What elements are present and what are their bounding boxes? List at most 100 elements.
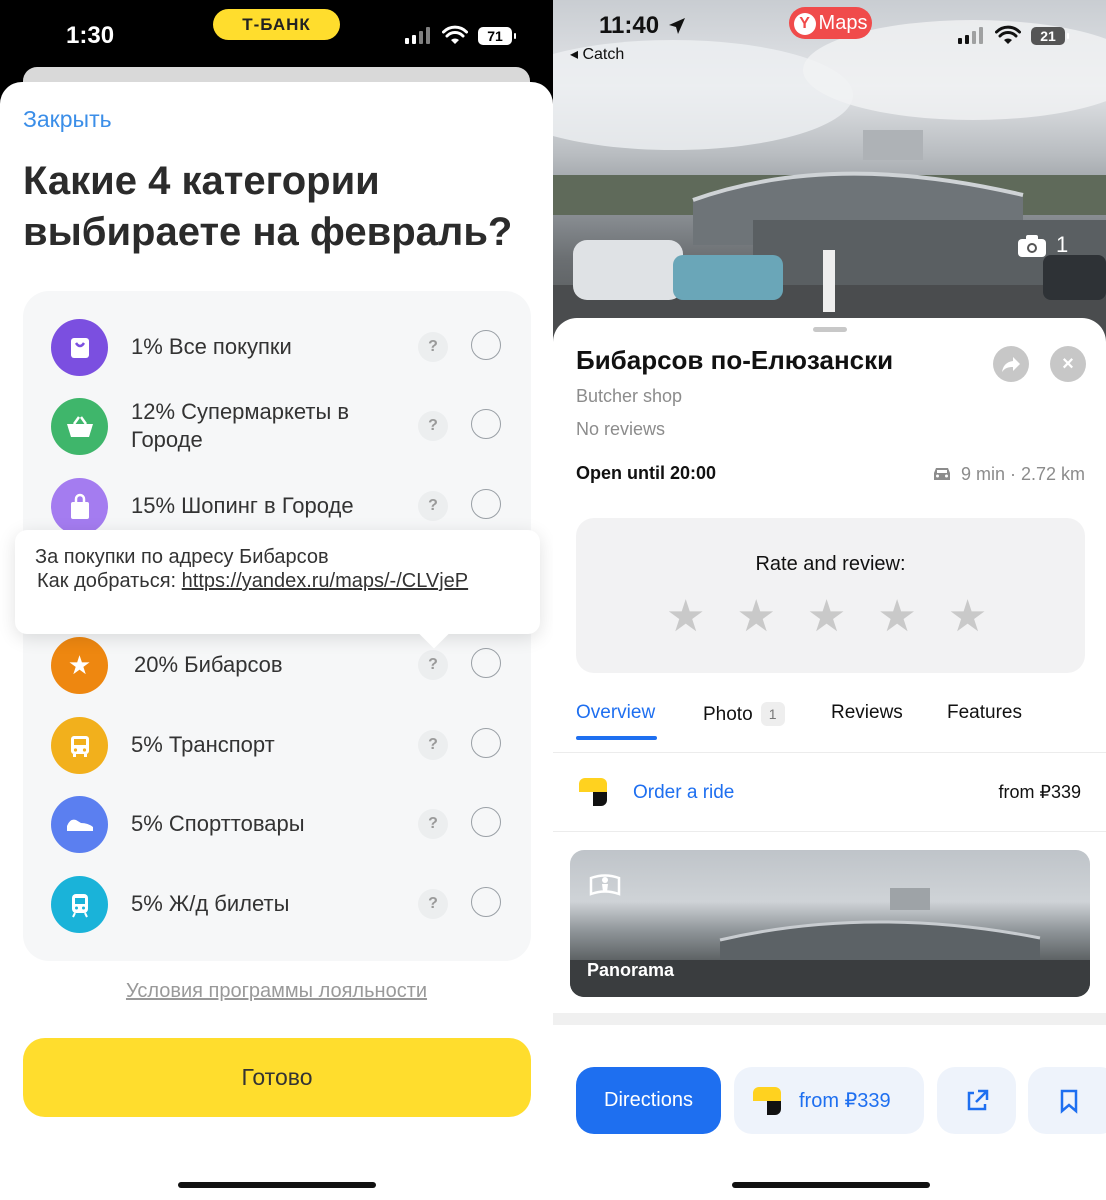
category-label: 5% Ж/д билеты bbox=[131, 891, 290, 916]
category-checkbox[interactable] bbox=[471, 489, 501, 519]
rating-star-1[interactable]: ★ bbox=[666, 593, 705, 641]
tab-photo[interactable]: Photo 1 bbox=[703, 702, 785, 726]
tooltip-prefix: Как добраться: bbox=[37, 570, 182, 592]
divider bbox=[553, 752, 1106, 753]
bookmark-icon bbox=[1060, 1089, 1078, 1114]
close-button[interactable]: Закрыть bbox=[23, 106, 112, 133]
open-external-button[interactable] bbox=[937, 1067, 1016, 1134]
maps-badge: Y Maps bbox=[789, 7, 872, 39]
bus-icon bbox=[51, 717, 108, 774]
tab-reviews[interactable]: Reviews bbox=[831, 702, 903, 724]
tab-features[interactable]: Features bbox=[947, 702, 1022, 724]
help-icon[interactable]: ? bbox=[418, 730, 448, 760]
category-row-all-purchases[interactable]: 1% Все покупки ? bbox=[23, 312, 531, 382]
place-photo[interactable]: 11:40 ◂ Catch Y Maps 21 1 bbox=[553, 0, 1106, 345]
sheet-grabber[interactable] bbox=[813, 327, 847, 332]
panorama-label: Panorama bbox=[587, 960, 675, 980]
category-checkbox[interactable] bbox=[471, 648, 501, 678]
opening-hours: Open until 20:00 bbox=[576, 463, 717, 483]
place-name: Бибарсов по-Елюзански bbox=[576, 345, 894, 375]
divider bbox=[553, 831, 1106, 832]
cellular-signal-icon bbox=[405, 27, 430, 44]
help-icon[interactable]: ? bbox=[418, 650, 448, 680]
photo-count: 1 bbox=[1056, 232, 1069, 257]
directions-link[interactable]: https://yandex.ru/maps/-/CLVjeP bbox=[182, 570, 468, 592]
rating-star-4[interactable]: ★ bbox=[877, 593, 916, 641]
tooltip-line-1: За покупки по адресу Бибарсов bbox=[35, 546, 329, 568]
category-label: 5% Спорттовары bbox=[131, 811, 305, 836]
external-link-icon bbox=[967, 1089, 989, 1111]
status-time: 1:30 bbox=[66, 22, 115, 49]
battery-indicator: 21 bbox=[1031, 27, 1069, 45]
order-ride-price: from ₽339 bbox=[998, 782, 1082, 802]
page-title: Какие 4 категории выбираете на февраль? bbox=[23, 159, 513, 254]
basket-icon bbox=[51, 398, 108, 455]
status-time: 11:40 bbox=[599, 12, 660, 39]
category-tooltip: За покупки по адресу Бибарсов Как добрат… bbox=[15, 530, 540, 649]
help-icon[interactable]: ? bbox=[418, 411, 448, 441]
category-label: 12% Супермаркеты в Городе bbox=[131, 399, 350, 452]
bookmark-button[interactable] bbox=[1028, 1067, 1106, 1134]
rating-star-5[interactable]: ★ bbox=[948, 593, 987, 641]
loyalty-terms-link[interactable]: Условия программы лояльности bbox=[0, 980, 553, 1003]
taxi-button[interactable]: from ₽339 bbox=[734, 1067, 924, 1134]
right-phone-screen: 11:40 ◂ Catch Y Maps 21 1 Бибарсов по-Елю… bbox=[553, 0, 1106, 1200]
category-label: 5% Транспорт bbox=[131, 732, 275, 757]
directions-button[interactable]: Directions bbox=[576, 1067, 721, 1134]
category-row-supermarkets[interactable]: 12% Супермаркеты в Городе ? bbox=[23, 391, 531, 461]
order-ride-row[interactable]: Order a ride from ₽339 bbox=[553, 760, 1106, 826]
wifi-icon bbox=[995, 25, 1021, 44]
left-phone-screen: 1:30 Т-БАНК 71 Закрыть Какие 4 категории… bbox=[0, 0, 553, 1200]
category-row-bibarsov[interactable]: ★ 20% Бибарсов ? bbox=[23, 630, 531, 700]
home-indicator bbox=[178, 1182, 376, 1188]
close-icon[interactable]: × bbox=[1050, 346, 1086, 382]
tooltip-line-2: Как добраться: https://yandex.ru/maps/-/… bbox=[37, 570, 468, 593]
yandex-go-icon bbox=[579, 778, 607, 806]
category-checkbox[interactable] bbox=[471, 887, 501, 917]
maps-badge-label: Maps bbox=[818, 12, 868, 34]
rating-star-2[interactable]: ★ bbox=[736, 593, 775, 641]
street-photo-illustration bbox=[553, 20, 1106, 345]
taxi-price: from ₽339 bbox=[799, 1090, 891, 1112]
category-label: 20% Бибарсов bbox=[134, 652, 283, 677]
panorama-card[interactable]: Panorama bbox=[570, 850, 1090, 997]
panorama-icon bbox=[589, 874, 621, 896]
tab-photo-count: 1 bbox=[760, 702, 785, 726]
help-icon[interactable]: ? bbox=[418, 332, 448, 362]
help-icon[interactable]: ? bbox=[418, 809, 448, 839]
share-icon[interactable] bbox=[993, 346, 1029, 382]
category-row-railway[interactable]: 5% Ж/д билеты ? bbox=[23, 869, 531, 939]
category-row-transport[interactable]: 5% Транспорт ? bbox=[23, 710, 531, 780]
category-checkbox[interactable] bbox=[471, 409, 501, 439]
category-row-sports[interactable]: 5% Спорттовары ? bbox=[23, 789, 531, 859]
bag-icon bbox=[51, 478, 108, 535]
category-label: 1% Все покупки bbox=[131, 334, 292, 359]
star-icon: ★ bbox=[51, 637, 108, 694]
cellular-signal-icon bbox=[958, 27, 983, 44]
rate-title: Rate and review: bbox=[755, 553, 906, 575]
category-checkbox[interactable] bbox=[471, 807, 501, 837]
category-checkbox[interactable] bbox=[471, 330, 501, 360]
location-arrow-icon bbox=[669, 18, 685, 34]
car-icon bbox=[934, 468, 950, 480]
battery-indicator: 71 bbox=[478, 27, 516, 45]
done-button[interactable]: Готово bbox=[23, 1038, 531, 1117]
help-icon[interactable]: ? bbox=[418, 889, 448, 919]
rating-star-3[interactable]: ★ bbox=[807, 593, 846, 641]
category-checkbox[interactable] bbox=[471, 728, 501, 758]
active-tab-indicator bbox=[576, 736, 657, 740]
yandex-logo-icon: Y bbox=[793, 13, 816, 35]
star-rating: ★ ★ ★ ★ ★ bbox=[666, 593, 987, 641]
help-icon[interactable]: ? bbox=[418, 491, 448, 521]
camera-icon bbox=[1018, 235, 1046, 257]
tab-photo-label: Photo bbox=[703, 704, 753, 725]
place-category: Butcher shop bbox=[576, 386, 683, 406]
tab-overview[interactable]: Overview bbox=[576, 702, 655, 724]
back-to-app-link[interactable]: ◂ Catch bbox=[570, 44, 624, 64]
reviews-summary[interactable]: No reviews bbox=[576, 419, 665, 440]
sneaker-icon bbox=[51, 796, 108, 853]
route-info: 9 min · 2.72 km bbox=[961, 464, 1086, 484]
train-icon bbox=[51, 876, 108, 933]
home-indicator bbox=[732, 1182, 930, 1188]
bank-badge: Т-БАНК bbox=[213, 9, 340, 40]
